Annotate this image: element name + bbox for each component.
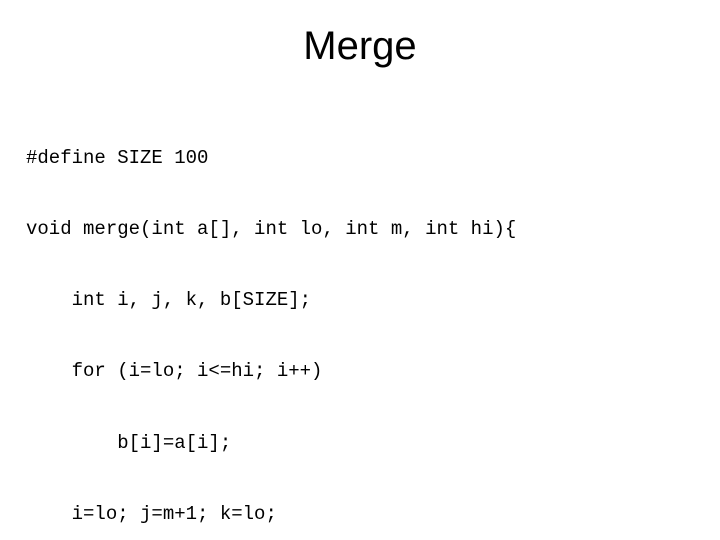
code-block: #define SIZE 100 void merge(int a[], int… xyxy=(0,99,720,540)
code-line: for (i=lo; i<=hi; i++) xyxy=(26,360,720,384)
code-line: b[i]=a[i]; xyxy=(26,432,720,456)
code-line: i=lo; j=m+1; k=lo; xyxy=(26,503,720,527)
slide: Merge #define SIZE 100 void merge(int a[… xyxy=(0,0,720,540)
code-line: void merge(int a[], int lo, int m, int h… xyxy=(26,218,720,242)
code-line: #define SIZE 100 xyxy=(26,147,720,171)
code-line: int i, j, k, b[SIZE]; xyxy=(26,289,720,313)
slide-title: Merge xyxy=(0,0,720,99)
